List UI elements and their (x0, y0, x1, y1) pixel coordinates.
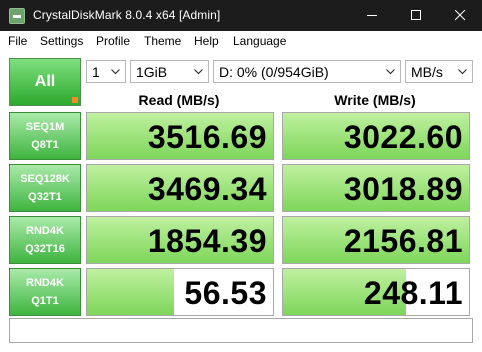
menu-help[interactable]: Help (194, 34, 219, 48)
close-button[interactable] (438, 0, 482, 31)
read-value: 56.53 (184, 275, 267, 311)
read-result-cell: 56.53 (86, 268, 274, 316)
minimize-icon (367, 15, 377, 16)
test-params: Q8T1 (31, 139, 59, 151)
drive-value: D: 0% (0/954GiB) (219, 64, 329, 80)
read-result-cell: 3469.34 (86, 164, 274, 212)
read-value: 3469.34 (147, 171, 267, 207)
app-icon (9, 8, 25, 24)
test-button-seq128k-q32t1[interactable]: SEQ128K Q32T1 (9, 164, 81, 212)
close-icon (455, 10, 466, 21)
dropdown-arrow-icon (386, 69, 395, 75)
menu-language[interactable]: Language (233, 34, 286, 48)
test-params: Q1T1 (31, 295, 59, 307)
test-params: Q32T16 (25, 243, 65, 255)
comment-input[interactable] (9, 318, 473, 343)
dropdown-arrow-icon (194, 69, 203, 75)
test-button-rnd4k-q1t1[interactable]: RND4K Q1T1 (9, 268, 81, 316)
test-name: SEQ1M (25, 121, 65, 133)
menu-profile[interactable]: Profile (96, 34, 130, 48)
menu-bar: File Settings Profile Theme Help Languag… (0, 31, 482, 51)
dropdown-arrow-icon (111, 69, 120, 75)
write-result-cell: 248.11 (282, 268, 470, 316)
write-result-cell: 2156.81 (282, 216, 470, 264)
test-count-value: 1 (92, 64, 100, 80)
test-count-select[interactable]: 1 (86, 60, 126, 83)
test-size-value: 1GiB (136, 64, 168, 80)
read-value: 3516.69 (147, 119, 267, 155)
menu-settings[interactable]: Settings (40, 34, 83, 48)
dropdown-arrow-icon (458, 69, 467, 75)
menu-file[interactable]: File (8, 34, 27, 48)
test-name: RND4K (26, 277, 64, 289)
write-value: 3022.60 (343, 119, 463, 155)
write-result-cell: 3018.89 (282, 164, 470, 212)
read-result-cell: 1854.39 (86, 216, 274, 264)
read-header: Read (MB/s) (138, 92, 220, 108)
title-bar: CrystalDiskMark 8.0.4 x64 [Admin] (0, 0, 482, 31)
test-params: Q32T1 (28, 191, 62, 203)
drive-select[interactable]: D: 0% (0/954GiB) (213, 60, 401, 83)
write-value: 2156.81 (343, 223, 463, 259)
test-button-seq1m-q8t1[interactable]: SEQ1M Q8T1 (9, 112, 81, 160)
run-all-button[interactable]: All (9, 58, 81, 106)
write-value: 3018.89 (343, 171, 463, 207)
unit-value: MB/s (411, 64, 443, 80)
test-size-select[interactable]: 1GiB (130, 60, 209, 83)
test-name: RND4K (26, 225, 64, 237)
read-result-cell: 3516.69 (86, 112, 274, 160)
test-button-rnd4k-q32t16[interactable]: RND4K Q32T16 (9, 216, 81, 264)
read-bar (87, 269, 175, 315)
run-all-label: All (34, 73, 56, 90)
write-result-cell: 3022.60 (282, 112, 470, 160)
minimize-button[interactable] (350, 0, 394, 31)
menu-theme[interactable]: Theme (144, 34, 181, 48)
resize-grip-icon (72, 97, 78, 103)
write-value: 248.11 (363, 275, 463, 311)
window-title: CrystalDiskMark 8.0.4 x64 [Admin] (33, 8, 221, 22)
test-name: SEQ128K (20, 173, 70, 185)
maximize-button[interactable] (394, 0, 438, 31)
read-value: 1854.39 (147, 223, 267, 259)
unit-select[interactable]: MB/s (405, 60, 473, 83)
maximize-icon (411, 10, 421, 20)
write-header: Write (MB/s) (334, 92, 416, 108)
